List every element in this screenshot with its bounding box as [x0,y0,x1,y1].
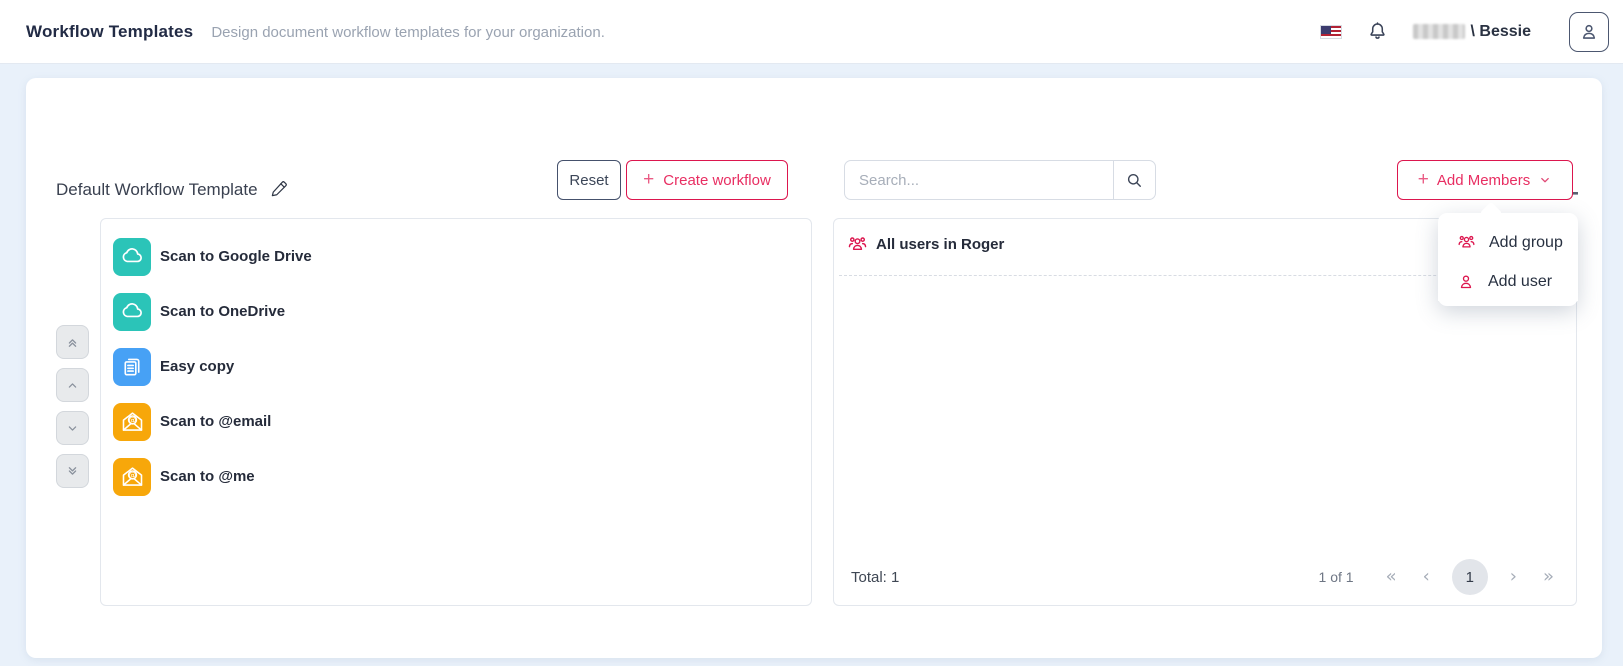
svg-text:@: @ [128,415,135,424]
dropdown-item-label: Add group [1489,234,1563,252]
workflow-item-easy-copy[interactable]: Easy copy [113,339,811,394]
plus-icon: + [643,170,654,189]
previous-page-icon: ‹ [1423,566,1430,587]
search-input[interactable] [845,161,1113,199]
next-page-button[interactable]: › [1502,568,1525,586]
mail-at-icon: @ [113,458,151,496]
page-subtitle: Design document workflow templates for y… [211,24,605,41]
search-icon [1124,170,1145,191]
top-bar-titles: Workflow Templates Design document workf… [26,22,605,42]
current-page-button[interactable]: 1 [1452,559,1488,595]
workflow-template-card: Default Workflow Template Reset + Create… [26,78,1602,658]
chevron-up-icon [65,378,80,393]
cloud-icon [113,238,151,276]
members-group-title: All users in Roger [876,236,1004,253]
plus-icon: + [1418,170,1429,189]
previous-page-button[interactable]: ‹ [1415,568,1438,586]
reset-button-label: Reset [569,172,608,189]
account-menu-button[interactable] [1569,12,1609,52]
user-icon [1578,21,1600,43]
create-workflow-label: Create workflow [663,172,771,189]
add-members-button[interactable]: + Add Members [1397,160,1573,200]
last-page-button[interactable]: » [1535,568,1562,586]
page-title: Workflow Templates [26,22,193,42]
members-footer: Total: 1 1 of 1 « ‹ 1 › » [834,557,1576,597]
workflow-item-scan-to-onedrive[interactable]: Scan to OneDrive [113,284,811,339]
workflow-item-scan-to-me[interactable]: @ Scan to @me [113,449,811,504]
create-workflow-button[interactable]: + Create workflow [626,160,788,200]
flag-canton [1321,26,1331,34]
chevron-down-icon [1538,173,1552,187]
workflow-item-scan-to-email[interactable]: @ Scan to @email [113,394,811,449]
username: \ Bessie [1471,23,1531,41]
top-bar: Workflow Templates Design document workf… [0,0,1623,64]
dropdown-notch [1480,202,1503,225]
copy-icon [113,348,151,386]
last-page-icon: » [1543,566,1554,587]
workflow-label: Scan to @email [160,413,271,430]
workflow-list-panel: Scan to Google Drive Scan to OneDrive Ea… [100,218,812,606]
cloud-icon [113,293,151,331]
workflow-item-scan-to-google-drive[interactable]: Scan to Google Drive [113,229,811,284]
card-title-row: Default Workflow Template [56,179,289,200]
add-members-label: Add Members [1437,172,1530,189]
first-page-button[interactable]: « [1378,568,1405,586]
page-info: 1 of 1 [1319,569,1354,585]
add-members-dropdown: Add group Add user [1438,213,1578,306]
workflow-label: Scan to @me [160,468,255,485]
card-title: Default Workflow Template [56,180,258,200]
group-icon [1456,232,1477,253]
group-icon [846,233,869,256]
double-chevron-up-icon [65,335,80,350]
dropdown-item-label: Add user [1488,273,1552,291]
move-down-button[interactable] [56,411,89,445]
members-group-row[interactable]: All users in Roger [846,233,1004,256]
workflow-label: Scan to OneDrive [160,303,285,320]
next-page-icon: › [1510,566,1517,587]
move-to-top-button[interactable] [56,325,89,359]
language-flag-icon[interactable] [1320,25,1342,39]
search-box [844,160,1156,200]
edit-pencil-icon[interactable] [268,179,289,200]
move-to-bottom-button[interactable] [56,454,89,488]
svg-text:@: @ [128,470,135,479]
mail-at-icon: @ [113,403,151,441]
workflow-label: Easy copy [160,358,234,375]
dropdown-item-add-group[interactable]: Add group [1438,223,1578,262]
reset-button[interactable]: Reset [557,160,621,200]
top-bar-actions: \ Bessie [1320,12,1613,52]
search-button[interactable] [1113,161,1155,199]
workflow-label: Scan to Google Drive [160,248,312,265]
user-icon [1456,272,1476,292]
account-name: \ Bessie [1413,23,1531,41]
redacted-account-prefix [1413,24,1465,39]
pagination: 1 of 1 « ‹ 1 › » [1319,557,1562,597]
move-up-button[interactable] [56,368,89,402]
double-chevron-down-icon [65,464,80,479]
first-page-icon: « [1386,566,1397,587]
chevron-down-icon [65,421,80,436]
total-count: Total: 1 [851,569,899,586]
dropdown-item-add-user[interactable]: Add user [1438,262,1578,301]
notifications-bell-icon[interactable] [1366,20,1389,43]
